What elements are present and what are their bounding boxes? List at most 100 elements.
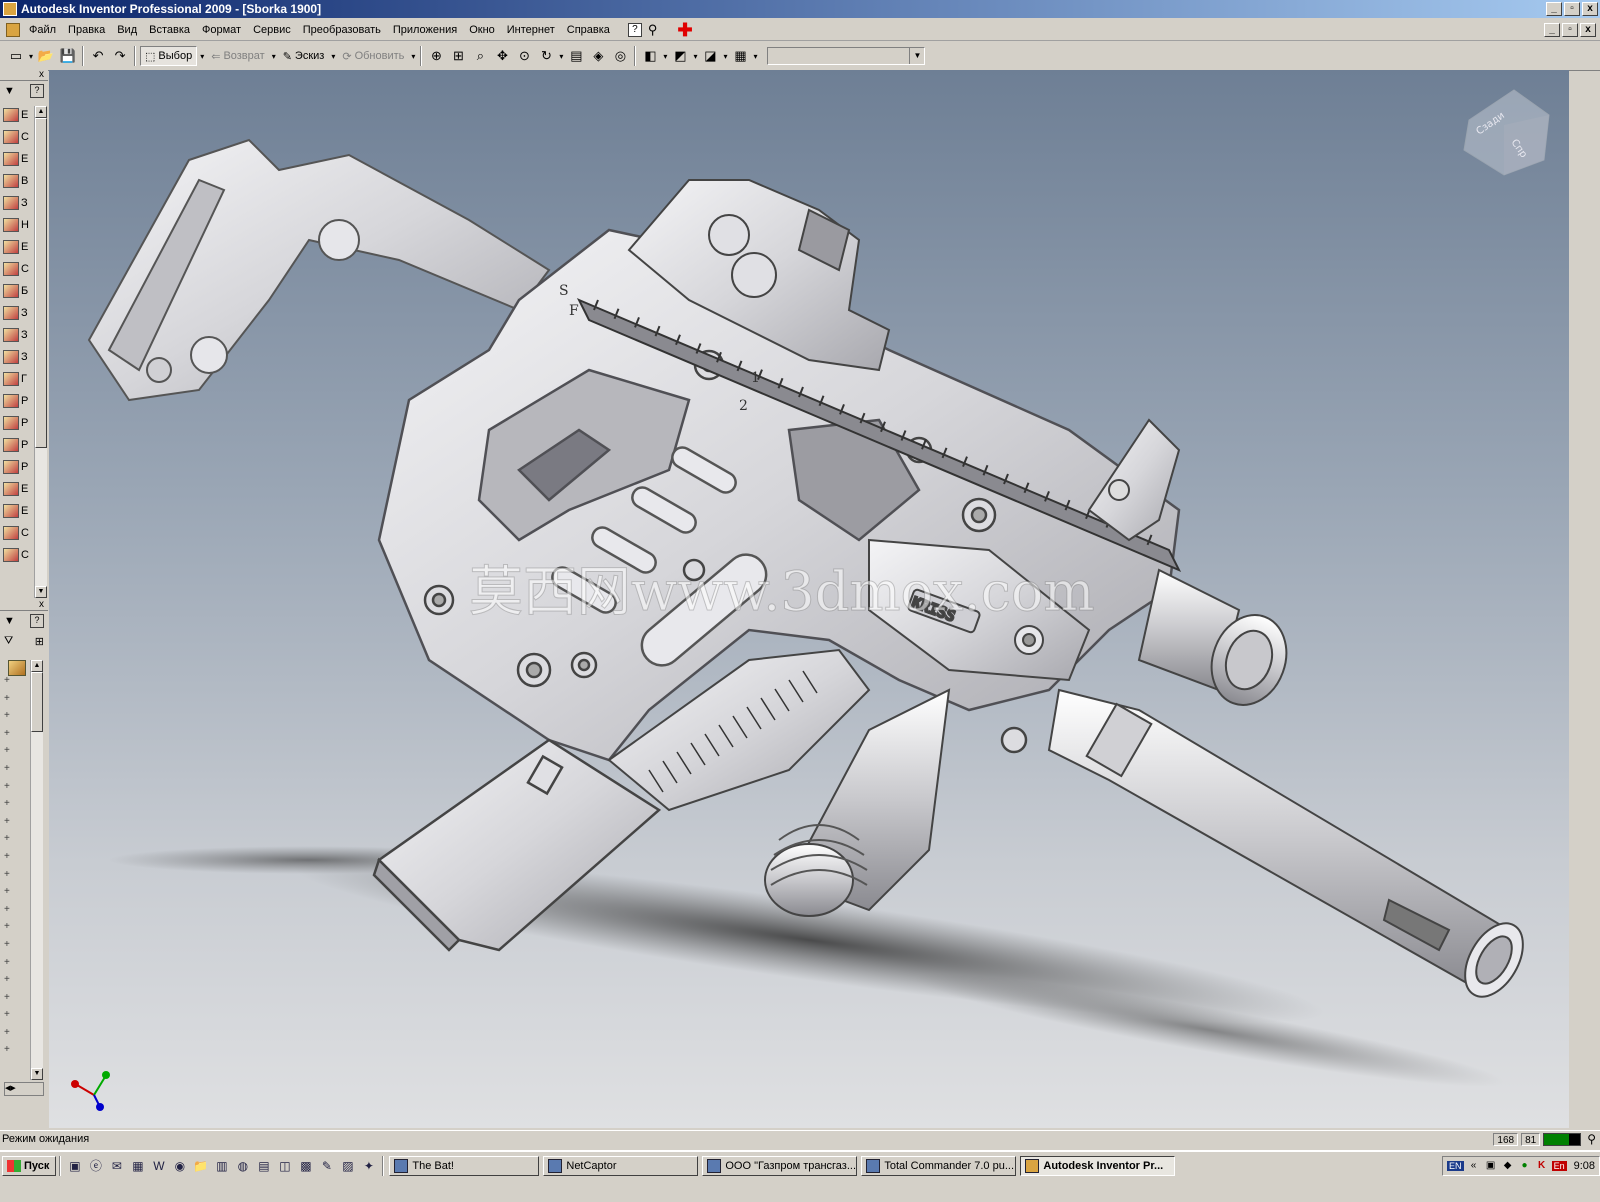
tree-expand-node[interactable]: + [4,866,30,884]
notepad-icon[interactable]: ▤ [255,1158,272,1175]
menu-internet[interactable]: Интернет [501,24,561,36]
tree-expand-node[interactable]: + [4,707,30,725]
paint-icon[interactable]: ✎ [318,1158,335,1175]
update-dropdown-icon[interactable]: ▾ [411,52,415,61]
word-icon[interactable]: W [150,1158,167,1175]
maximize-button[interactable]: ▫ [1564,2,1580,16]
zoom-all-icon[interactable]: ⊕ [426,46,446,66]
panel-tool[interactable]: З [0,302,34,324]
combo-arrow-icon[interactable]: ▼ [909,48,924,64]
close-button[interactable]: x [1582,2,1598,16]
task-the-bat[interactable]: The Bat! [389,1156,540,1176]
select-dropdown-icon[interactable]: ▾ [200,52,204,61]
panel-tool[interactable]: З [0,346,34,368]
status-info-icon[interactable]: ⚲ [1587,1132,1596,1146]
panel-tool[interactable]: Р [0,412,34,434]
panel-tool[interactable]: Е [0,236,34,258]
tree-expand-node[interactable]: + [4,795,30,813]
doc-close-button[interactable]: x [1580,22,1596,37]
task-autodesk-inventor[interactable]: Autodesk Inventor Pr... [1020,1156,1176,1176]
tree-expand-node[interactable]: + [4,1024,30,1042]
keyboard-layout-indicator[interactable]: En [1551,1161,1567,1171]
task-gazprom[interactable]: ООО "Газпром трансгаз... [702,1156,858,1176]
camera-icon[interactable]: ◫ [276,1158,293,1175]
panel-tool[interactable]: З [0,192,34,214]
panel-tool[interactable]: В [0,170,34,192]
menu-window[interactable]: Окно [463,24,501,36]
tree-expand-node[interactable]: + [4,813,30,831]
tree-expand-node[interactable]: + [4,918,30,936]
red-cross-icon[interactable]: ✚ [677,21,692,39]
panel-tool[interactable]: Г [0,368,34,390]
flashlight[interactable] [1137,568,1299,716]
panel-tool[interactable]: Р [0,434,34,456]
tree-expand-node[interactable]: + [4,725,30,743]
menu-convert[interactable]: Преобразовать [297,24,387,36]
zoom-window-icon[interactable]: ⊞ [448,46,468,66]
browser-help-button[interactable]: ? [30,614,44,628]
scroll-down-icon[interactable]: ▼ [35,586,47,598]
excel-icon[interactable]: ▦ [129,1158,146,1175]
scroll-thumb[interactable] [35,118,47,448]
document-icon[interactable] [6,22,20,37]
tray-chevron-icon[interactable]: « [1467,1159,1481,1173]
panel-tool[interactable]: Е [0,104,34,126]
pan-icon[interactable]: ✥ [492,46,512,66]
media-icon[interactable]: ◉ [171,1158,188,1175]
pointer-help-icon[interactable]: ⚲ [642,22,664,38]
tray-antivirus-icon[interactable]: K [1535,1159,1549,1173]
doc-minimize-button[interactable]: _ [1544,22,1560,37]
home-view-icon[interactable]: ◎ [610,46,630,66]
tree-expand-node[interactable]: + [4,989,30,1007]
tree-expand-node[interactable]: + [4,848,30,866]
panel-tool[interactable]: З [0,324,34,346]
display-mode-icon[interactable]: ◧ [640,46,660,66]
select-button[interactable]: ⬚ Выбор [140,46,198,66]
browser-scroll-down-icon[interactable]: ▼ [31,1068,43,1080]
browser-grip[interactable]: x [0,599,48,611]
save-icon[interactable]: 💾 [58,46,78,66]
browser-dropdown-icon[interactable]: ▼ [4,615,15,627]
panel-tool[interactable]: Н [0,214,34,236]
panel-dropdown-icon[interactable]: ▼ [4,85,15,97]
browser-scroll-up-icon[interactable]: ▲ [31,660,43,672]
panel-tool[interactable]: Р [0,390,34,412]
zip-icon[interactable]: ▨ [339,1158,356,1175]
rotate-dropdown-icon[interactable]: ▾ [559,52,563,61]
tree-expand-node[interactable]: + [4,778,30,796]
language-indicator[interactable]: EN [1447,1161,1464,1171]
ie-icon[interactable]: ⓔ [87,1158,104,1175]
tree-expand-node[interactable]: + [4,954,30,972]
section-dropdown-icon[interactable]: ▾ [723,52,727,61]
panel-tool[interactable]: С [0,258,34,280]
desktop-icon[interactable]: ▣ [66,1158,83,1175]
folder-icon[interactable]: 📁 [192,1158,209,1175]
open-file-icon[interactable]: 📂 [36,46,56,66]
panel-tool[interactable]: С [0,544,34,566]
new-file-icon[interactable]: ▭ [6,46,26,66]
return-button[interactable]: ⇐ Возврат [207,46,268,66]
scroll-up-icon[interactable]: ▲ [35,106,47,118]
shadow-icon[interactable]: ◩ [670,46,690,66]
tray-green-icon[interactable]: ● [1518,1159,1532,1173]
return-dropdown-icon[interactable]: ▾ [272,52,276,61]
panel-help-button[interactable]: ? [30,84,44,98]
panel-tool[interactable]: Б [0,280,34,302]
tray-clock[interactable]: 9:08 [1574,1160,1595,1172]
display-mode-dropdown-icon[interactable]: ▾ [663,52,667,61]
menu-file[interactable]: Файл [23,24,62,36]
sketch-button[interactable]: ✎ Эскиз [279,46,329,66]
menu-insert[interactable]: Вставка [143,24,196,36]
save-icon[interactable]: ▩ [297,1158,314,1175]
panel-tool[interactable]: С [0,126,34,148]
tree-expand-node[interactable]: + [4,936,30,954]
look-at-icon[interactable]: ▤ [566,46,586,66]
chart-icon[interactable]: ▥ [213,1158,230,1175]
tree-expand-node[interactable]: + [4,830,30,848]
section-view-icon[interactable]: ◪ [700,46,720,66]
zoom-selected-icon[interactable]: ⊙ [514,46,534,66]
analysis-dropdown-icon[interactable]: ▾ [753,52,757,61]
tree-expand-node[interactable]: + [4,1006,30,1024]
tree-expand-node[interactable]: + [4,901,30,919]
task-total-commander[interactable]: Total Commander 7.0 pu... [861,1156,1017,1176]
